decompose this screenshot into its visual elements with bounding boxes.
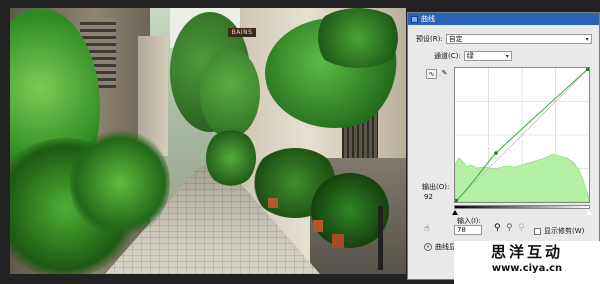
pencil-icon[interactable]: ✎ (439, 69, 450, 79)
show-clipping-checkbox[interactable] (534, 227, 541, 235)
bains-sign: BAINS (228, 28, 256, 37)
curves-dialog: 曲线 预设(R): 自定 ▾ 通道(C): 绿 ▾ ∿ ✎ 输出(O): 92 … (407, 12, 600, 280)
gray-eyedropper-icon[interactable]: ⚲ (506, 224, 513, 233)
black-eyedropper-icon[interactable]: ⚲ (494, 224, 501, 233)
white-eyedropper-icon[interactable]: ⚲ (518, 224, 525, 233)
preset-select[interactable]: 自定 ▾ (445, 34, 592, 44)
output-value[interactable]: 92 (424, 193, 433, 201)
show-clipping-label: 显示修剪(W) (544, 227, 585, 235)
dialog-titlebar[interactable]: 曲线 (408, 13, 599, 25)
photoshop-app-icon (411, 15, 418, 23)
channel-row: 通道(C): 绿 ▾ (434, 51, 512, 61)
screen: BAINS 曲线 预设(R): 自定 ▾ 通道(C): 绿 ▾ ∿ ✎ 输出(O… (0, 0, 600, 284)
chevron-down-icon: ▾ (505, 52, 509, 60)
curves-graph-svg (454, 67, 590, 203)
black-point-slider-icon[interactable] (452, 210, 458, 215)
curve-endpoint-top[interactable] (586, 68, 589, 71)
preset-label: 预设(R): (416, 35, 443, 43)
input-field[interactable]: 78 (454, 225, 482, 235)
expand-chevron-icon: » (424, 243, 432, 251)
preset-value: 自定 (448, 35, 463, 43)
left-shrubs (70, 128, 170, 238)
dialog-title: 曲线 (421, 15, 435, 23)
preset-row: 预设(R): 自定 ▾ (416, 34, 592, 44)
watermark-title: 思洋互动 (490, 243, 563, 261)
flower-pot-2 (332, 234, 344, 248)
flower-pot (313, 220, 323, 232)
input-gradient-bar (454, 205, 590, 209)
targeted-adjustment-hand-icon[interactable]: ☝ (424, 225, 429, 234)
right-vine-cluster-2 (310, 8, 406, 68)
bollard (378, 206, 383, 270)
white-point-slider-icon[interactable] (586, 210, 592, 215)
channel-select[interactable]: 绿 ▾ (463, 51, 512, 61)
output-label: 输出(O): (422, 183, 450, 191)
channel-value: 绿 (466, 52, 474, 60)
street-photo: BAINS (10, 8, 406, 274)
channel-label: 通道(C): (434, 52, 461, 60)
watermark-logo: 思洋互动 www.ciya.cn (454, 241, 600, 284)
mid-plants (206, 128, 256, 188)
curve-endpoint-bottom[interactable] (455, 199, 458, 202)
watermark-url: www.ciya.cn (491, 263, 563, 274)
far-tree-canopy-2 (200, 48, 260, 138)
curve-point-tool-icon[interactable]: ∿ (426, 69, 437, 79)
curve-control-point[interactable] (494, 151, 498, 155)
curves-graph[interactable] (454, 67, 590, 203)
chevron-down-icon: ▾ (585, 35, 589, 43)
flower-pot-3 (268, 198, 278, 208)
show-clipping-row: 显示修剪(W) (534, 226, 584, 236)
